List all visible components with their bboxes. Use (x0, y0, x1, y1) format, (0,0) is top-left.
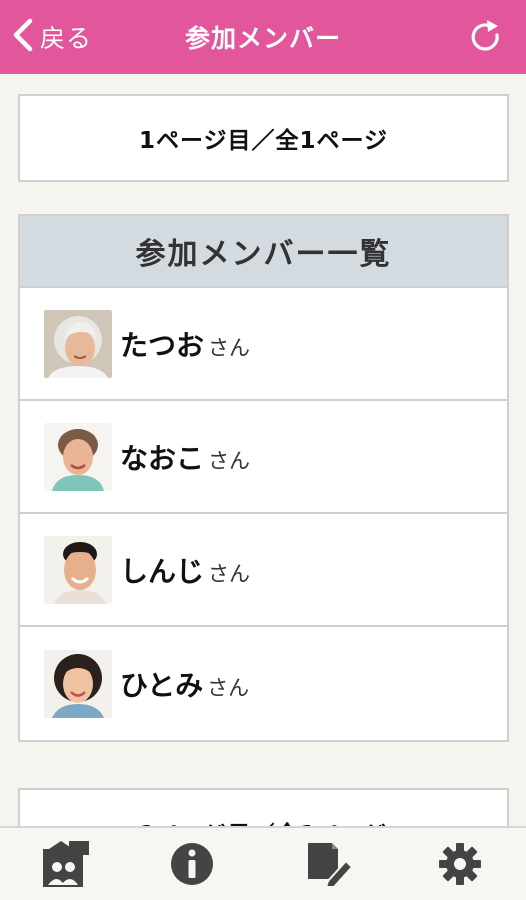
page-title: 参加メンバー (184, 24, 341, 53)
member-list-heading: 参加メンバー一覧 (20, 216, 507, 288)
member-name: たつお (120, 328, 205, 362)
tab-settings[interactable] (430, 836, 490, 892)
member-name: ひとみ (120, 668, 204, 702)
avatar (44, 649, 112, 718)
member-list: 参加メンバー一覧 たつお さん なおこ さん しんじ さん ひとみ さん (18, 214, 509, 742)
app-screen: 戻る 参加メンバー 1ページ目／全1ページ 参加メンバー一覧 たつお さん なお… (0, 0, 526, 900)
pager-top: 1ページ目／全1ページ (18, 94, 509, 182)
member-honorific: さん (208, 335, 251, 360)
member-name: なおこ (120, 441, 205, 475)
member-name: しんじ (120, 554, 205, 588)
tab-edit[interactable] (298, 836, 358, 892)
refresh-icon (471, 20, 499, 51)
member-honorific: さん (208, 561, 251, 586)
member-honorific: さん (207, 675, 250, 700)
edit-note-icon (308, 843, 354, 887)
member-honorific: さん (208, 448, 251, 473)
avatar (44, 422, 112, 491)
member-row[interactable]: なおこ さん (20, 401, 507, 514)
member-row[interactable]: しんじ さん (20, 514, 507, 627)
avatar (44, 535, 112, 604)
navigation-bar: 戻る 参加メンバー (0, 0, 526, 74)
tab-members[interactable] (36, 836, 96, 892)
info-icon (171, 843, 213, 885)
tab-bar (0, 826, 526, 900)
settings-gear-icon (439, 843, 481, 885)
tab-info[interactable] (162, 836, 222, 892)
avatar (44, 309, 112, 378)
refresh-button[interactable] (468, 18, 504, 56)
member-row[interactable]: ひとみ さん (20, 627, 507, 740)
members-icon (43, 841, 89, 887)
member-row[interactable]: たつお さん (20, 288, 507, 401)
